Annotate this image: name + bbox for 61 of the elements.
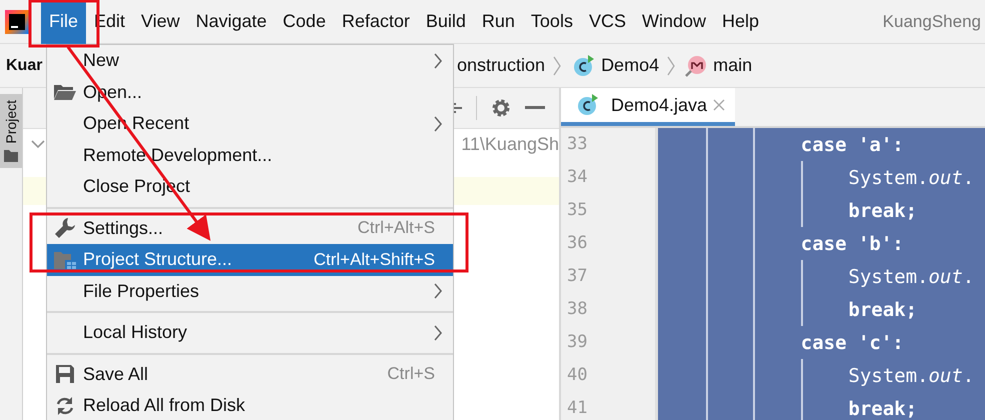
code-line: break; [848,298,918,320]
project-name: KuangSheng [882,12,982,32]
line-number: 38 [566,298,588,321]
app-logo-icon[interactable] [5,10,29,34]
code-line: case 'a': [800,134,904,156]
code-line: case 'b': [800,232,904,254]
menu-item[interactable]: Help [714,0,768,44]
save-icon [55,364,75,384]
line-number: 40 [566,364,588,387]
folder-icon [53,83,77,102]
line-number: 37 [566,265,588,288]
line-number: 33 [566,133,588,156]
project-tool-tab[interactable]: Project [0,94,22,168]
project-path: 11\KuangSh [461,134,559,154]
menu-item[interactable]: VCS [580,0,634,44]
menu-option[interactable]: Settings... Ctrl+Alt+S [47,212,453,244]
reload-icon [55,396,75,416]
menu-item[interactable]: Tools [522,0,581,44]
line-number: 35 [566,199,588,222]
menu-option[interactable]: Local History [47,317,453,348]
menu-option[interactable]: File Properties [47,276,453,307]
folder-grid-icon [53,250,77,270]
folder-icon [4,150,18,162]
wrench-icon [54,217,76,240]
menu-item[interactable]: Run [474,0,523,44]
editor-tab[interactable]: Demo4.java [561,88,736,126]
code-line: break; [848,398,918,420]
code-line: System.out. [848,266,974,288]
menu-option[interactable]: New [47,45,453,76]
code-line: System.out. [848,364,974,386]
chevron-right-icon [667,54,676,76]
minimize-icon[interactable] [525,106,545,110]
breadcrumb-item[interactable]: main [713,55,752,76]
line-number: 36 [566,232,588,255]
breadcrumb-item[interactable]: Kuar [6,56,42,74]
menu-option[interactable]: Project Structure... Ctrl+Alt+Shift+S [47,244,453,276]
breadcrumb-item[interactable]: onstruction [457,55,546,76]
class-icon [573,54,596,76]
breadcrumb-item[interactable]: Demo4 [601,55,660,76]
code-line: System.out. [848,166,974,188]
menu-item[interactable]: Window [634,0,714,44]
menu-item[interactable]: File [41,0,86,44]
menu-item[interactable]: View [133,0,188,44]
code-line: case 'c': [800,332,904,354]
menu-item[interactable]: Refactor [334,0,418,44]
menu-item[interactable]: Navigate [188,0,275,44]
chevron-down-icon[interactable] [31,139,45,149]
line-number: 34 [566,166,588,189]
menu-option[interactable]: Save All Ctrl+S [47,358,453,390]
menu-item[interactable]: Code [274,0,334,44]
method-icon [685,54,708,76]
class-icon [577,94,599,116]
chevron-right-icon [553,54,562,76]
menu-option[interactable]: Reload All from Disk [47,390,453,420]
code-line: break; [848,200,918,222]
gear-icon[interactable] [491,98,511,118]
menu-option[interactable]: Remote Development... [47,140,453,171]
line-number: 41 [566,397,588,420]
line-number: 39 [566,331,588,354]
collapse-icon[interactable] [452,100,462,116]
menu-item[interactable]: Build [418,0,474,44]
